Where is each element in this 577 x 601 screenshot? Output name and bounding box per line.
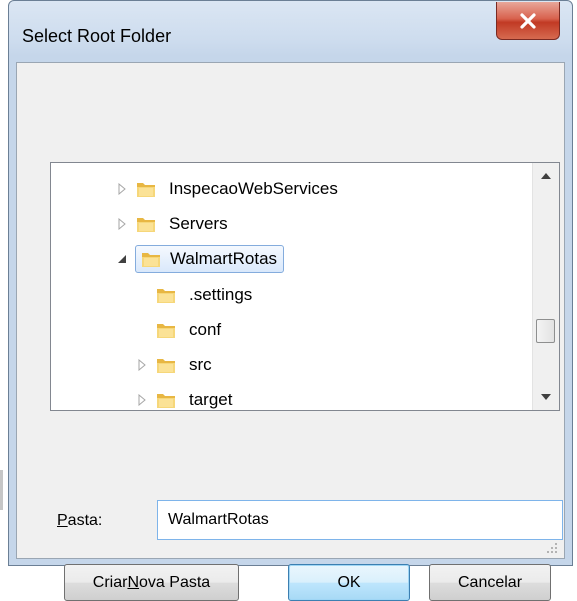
folder-icon (157, 394, 175, 408)
close-icon (520, 12, 536, 29)
access-key: N (127, 573, 140, 591)
folder-icon (157, 359, 175, 373)
button-text: Cancelar (457, 573, 523, 591)
collapse-arrow-icon[interactable] (115, 252, 129, 266)
expand-arrow-icon[interactable] (115, 182, 129, 196)
dialog-client-area: InspecaoWebServices Servers WalmartRotas… (16, 62, 565, 601)
access-key: P (57, 512, 68, 529)
chevron-up-icon (541, 173, 551, 179)
ok-button[interactable]: OK (288, 564, 410, 601)
folder-icon (137, 218, 155, 232)
cancel-button[interactable]: Cancelar (429, 564, 551, 601)
chevron-down-icon (541, 394, 551, 400)
tree-item-target[interactable]: target (135, 385, 236, 410)
tree-item-settings[interactable]: .settings (155, 280, 256, 310)
folder-icon (137, 183, 155, 197)
scroll-thumb[interactable] (536, 319, 555, 343)
tree-item-label: InspecaoWebServices (169, 179, 338, 198)
vertical-scrollbar[interactable] (532, 163, 559, 410)
tree-item-label: src (189, 355, 212, 374)
folder-name-input[interactable] (157, 500, 563, 540)
dialog-window: Select Root Folder InspecaoWebServices S… (8, 0, 573, 601)
scroll-up-button[interactable] (533, 163, 559, 189)
expand-arrow-icon[interactable] (115, 217, 129, 231)
tree-item-src[interactable]: src (135, 350, 216, 380)
expand-arrow-icon[interactable] (135, 358, 149, 372)
tree-item-walmartrotas[interactable]: WalmartRotas (115, 244, 285, 274)
label-text: asta: (67, 512, 103, 529)
window-title: Select Root Folder (22, 26, 172, 46)
button-text: OK (337, 573, 361, 591)
folder-tree[interactable]: InspecaoWebServices Servers WalmartRotas… (50, 162, 560, 411)
folder-icon (157, 324, 175, 338)
create-new-folder-button[interactable]: Criar Nova Pasta (64, 564, 239, 601)
tree-item-label: target (189, 390, 233, 409)
selected-highlight: WalmartRotas (135, 245, 285, 273)
background-shadow (0, 470, 3, 510)
folder-field-label: Pasta: (57, 512, 102, 530)
tree-item-inspecaowebservices[interactable]: InspecaoWebServices (115, 174, 342, 204)
close-button[interactable] (496, 2, 560, 40)
folder-icon (142, 253, 160, 267)
button-text: Criar (92, 573, 128, 591)
resize-grip-icon[interactable] (546, 542, 558, 554)
tree-item-label: WalmartRotas (170, 249, 278, 268)
tree-item-servers[interactable]: Servers (115, 209, 232, 239)
expand-arrow-icon[interactable] (135, 393, 149, 407)
tree-item-label: conf (189, 320, 222, 339)
tree-item-label: Servers (169, 214, 228, 233)
tree-item-label: .settings (189, 285, 253, 304)
scroll-down-button[interactable] (533, 384, 559, 410)
folder-icon (157, 289, 175, 303)
button-text: ova Pasta (139, 573, 211, 591)
tree-item-conf[interactable]: conf (155, 315, 225, 345)
